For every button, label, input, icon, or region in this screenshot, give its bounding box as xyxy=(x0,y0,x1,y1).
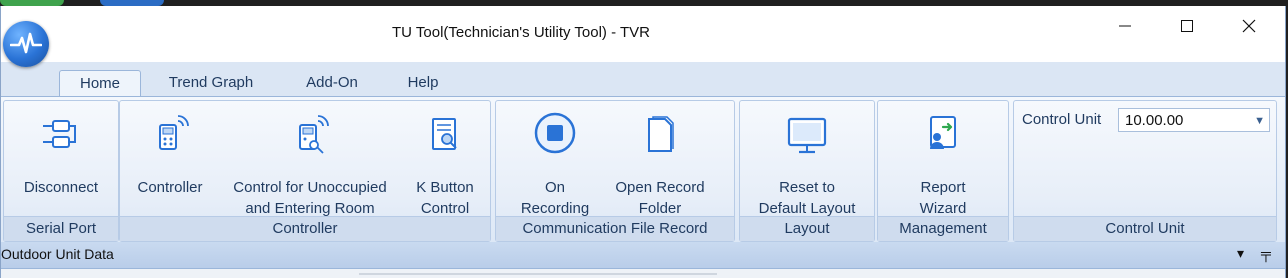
group-label-communication: Communication File Record xyxy=(496,216,734,241)
on-recording-button[interactable]: On Recording xyxy=(500,107,610,217)
open-record-folder-button[interactable]: Open Record Folder xyxy=(608,107,712,217)
outdoor-unit-pane-body xyxy=(1,269,1285,278)
disconnect-label: Disconnect xyxy=(23,179,99,196)
k-button-label-2: Control xyxy=(420,200,470,217)
report-wizard-icon xyxy=(930,116,956,149)
outdoor-unit-pane-header: Outdoor Unit Data ▾ ╤ xyxy=(1,242,1285,269)
group-control-unit: Control Unit 10.00.00 ▼ Control Unit xyxy=(1013,100,1277,242)
reset-layout-button[interactable]: Reset to Default Layout xyxy=(742,107,872,217)
app-window: TU Tool(Technician's Utility Tool) - TVR… xyxy=(0,6,1286,278)
close-icon xyxy=(1242,19,1256,33)
group-label-layout: Layout xyxy=(740,216,874,241)
stop-record-icon xyxy=(534,112,576,154)
controller-label: Controller xyxy=(137,179,203,196)
control-unit-value: 10.00.00 xyxy=(1125,112,1184,129)
tab-add-on[interactable]: Add-On xyxy=(287,70,377,96)
pane-divider xyxy=(359,273,717,275)
minimize-button[interactable] xyxy=(1093,6,1157,46)
tab-home[interactable]: Home xyxy=(59,70,141,98)
on-recording-label-2: Recording xyxy=(520,200,590,217)
reset-layout-label-2: Default Layout xyxy=(758,200,856,217)
control-unit-label: Control Unit xyxy=(1022,111,1102,128)
maximize-icon xyxy=(1181,20,1193,32)
app-menu-button[interactable] xyxy=(3,21,49,67)
heartbeat-icon xyxy=(10,32,42,54)
control-unoccupied-label-2: and Entering Room xyxy=(245,200,375,217)
tab-trend-graph[interactable]: Trend Graph xyxy=(151,70,271,96)
group-communication-file-record: On Recording Open Record Folder Communic… xyxy=(495,100,735,242)
report-wizard-label: Report xyxy=(920,179,966,196)
monitor-icon xyxy=(787,117,827,154)
remote-key-icon xyxy=(299,115,329,154)
group-management: Report Wizard Management xyxy=(877,100,1009,242)
report-wizard-button[interactable]: Report Wizard xyxy=(880,107,1006,217)
title-bar: TU Tool(Technician's Utility Tool) - TVR xyxy=(1,6,1285,62)
reset-layout-label: Reset to xyxy=(779,179,835,196)
minimize-icon xyxy=(1119,25,1131,27)
tab-help[interactable]: Help xyxy=(389,70,457,96)
ribbon: Disconnect Serial Port Controller Contro… xyxy=(1,96,1285,244)
pane-dropdown-icon[interactable]: ▾ xyxy=(1237,245,1244,262)
group-label-management: Management xyxy=(878,216,1008,241)
maximize-button[interactable] xyxy=(1155,6,1219,46)
group-label-controller: Controller xyxy=(120,216,490,241)
window-title: TU Tool(Technician's Utility Tool) - TVR xyxy=(392,24,650,41)
control-unit-select[interactable]: 10.00.00 ▼ xyxy=(1118,108,1270,132)
pin-icon[interactable]: ╤ xyxy=(1261,245,1271,261)
controller-button[interactable]: Controller xyxy=(126,107,214,217)
group-controller: Controller Control for Unoccupied and En… xyxy=(119,100,491,242)
close-button[interactable] xyxy=(1217,6,1281,46)
open-record-folder-label: Open Record xyxy=(615,179,705,196)
group-serial-port: Disconnect Serial Port xyxy=(3,100,119,242)
control-unoccupied-button[interactable]: Control for Unoccupied and Entering Room xyxy=(220,107,400,217)
k-button-control-button[interactable]: K Button Control xyxy=(404,107,486,217)
folder-icon xyxy=(648,116,674,152)
group-label-control-unit: Control Unit xyxy=(1014,216,1276,241)
group-layout: Reset to Default Layout Layout xyxy=(739,100,875,242)
document-search-icon xyxy=(432,118,457,150)
report-wizard-label-2: Wizard xyxy=(919,200,967,217)
open-record-folder-label-2: Folder xyxy=(638,200,682,217)
k-button-label: K Button xyxy=(416,179,474,196)
ribbon-tab-strip: Home Trend Graph Add-On Help xyxy=(1,62,1285,98)
on-recording-label: On xyxy=(544,179,565,196)
outdoor-unit-pane-title: Outdoor Unit Data xyxy=(1,246,114,262)
remote-control-icon xyxy=(159,115,189,150)
control-unoccupied-label: Control for Unoccupied xyxy=(233,179,387,196)
chevron-down-icon: ▼ xyxy=(1254,115,1265,127)
plug-icon xyxy=(43,120,76,148)
disconnect-button[interactable]: Disconnect xyxy=(6,107,116,217)
group-label-serial-port: Serial Port xyxy=(4,216,118,241)
